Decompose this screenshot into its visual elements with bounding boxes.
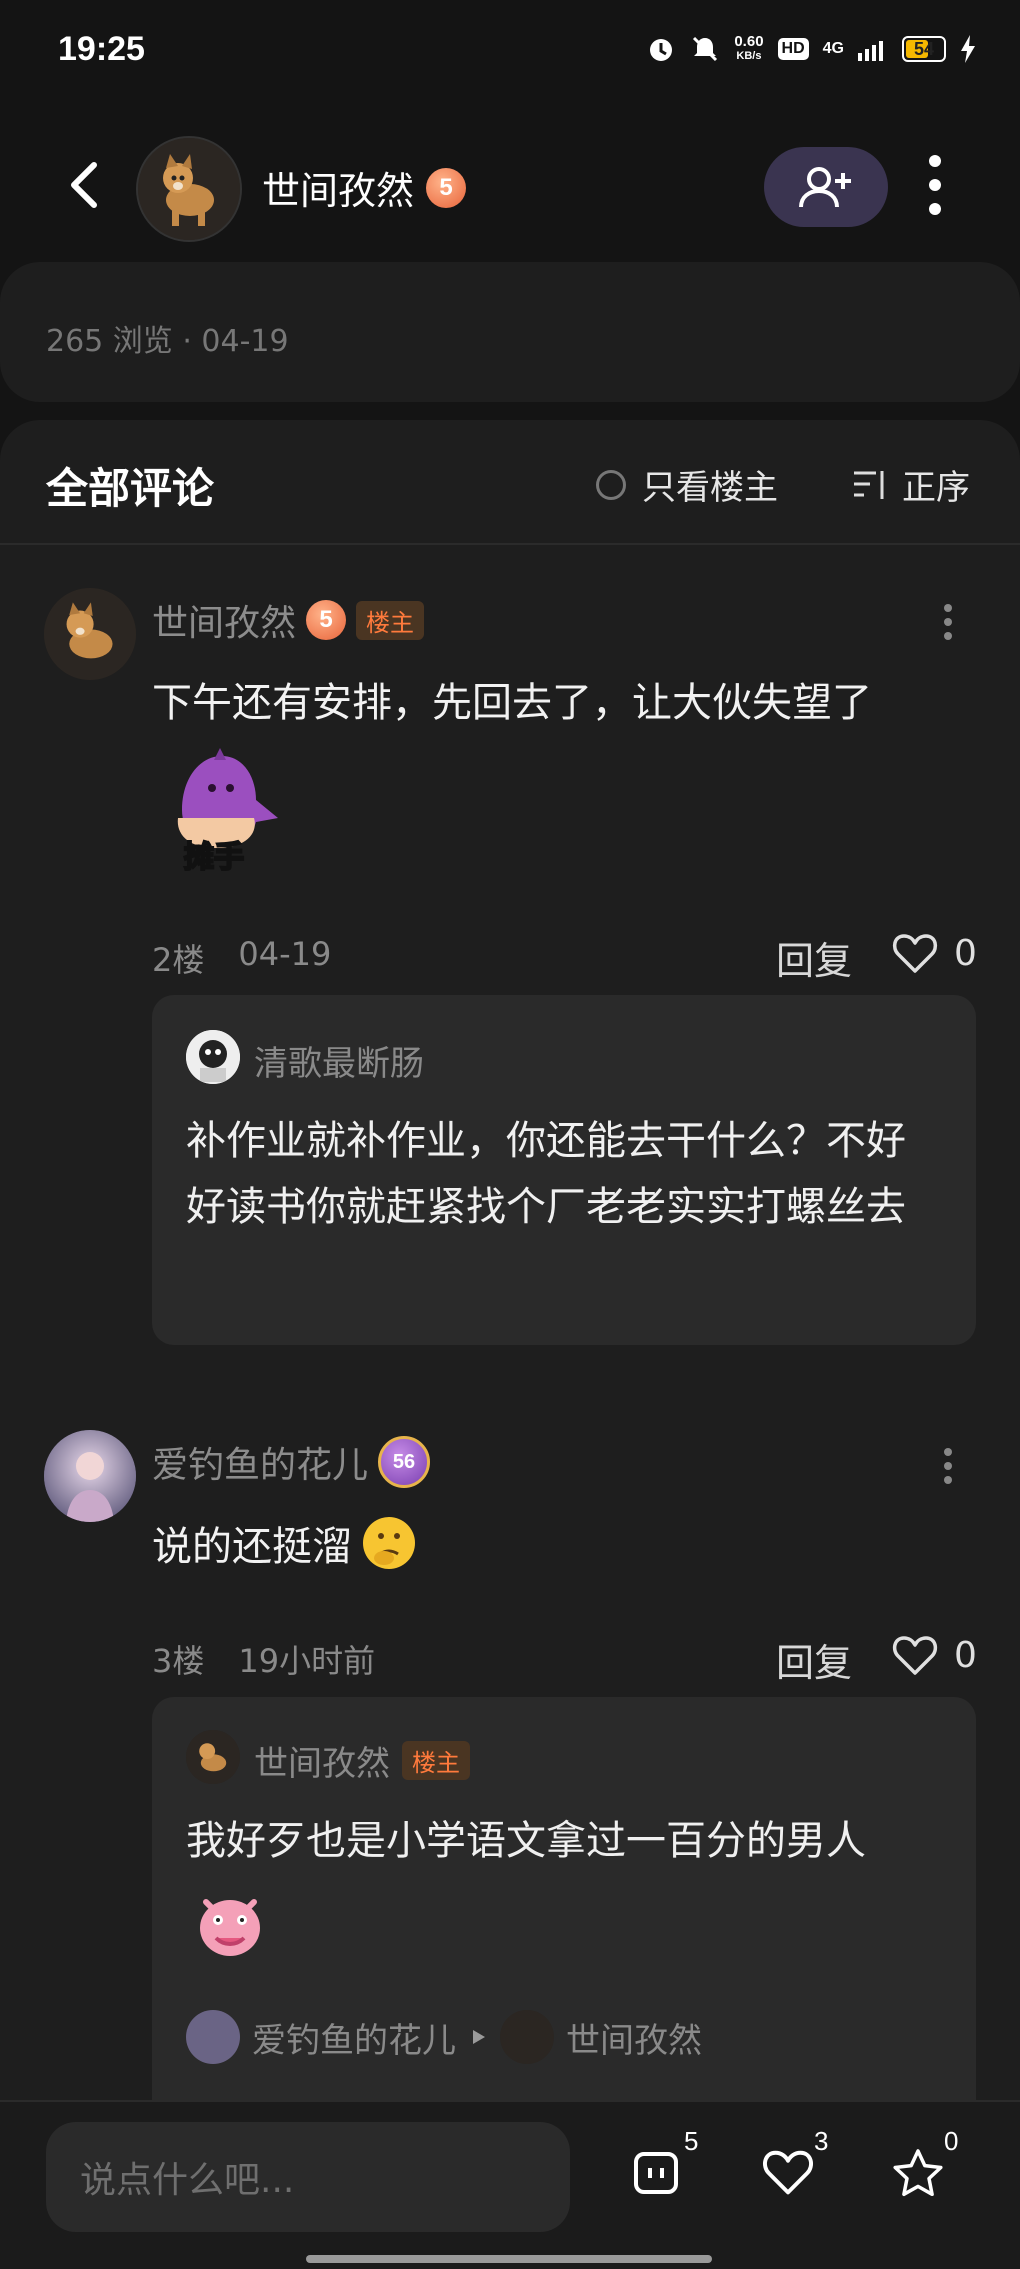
comment-author[interactable]: 爱钓鱼的花儿 56 [152, 1436, 431, 1488]
author-avatar[interactable] [136, 136, 242, 242]
back-arrow-icon[interactable] [56, 155, 116, 215]
like-count: 0 [954, 932, 977, 974]
floor-number: 3楼 [152, 1642, 205, 1680]
signal-icon [858, 41, 883, 61]
reply-button[interactable]: 回复 [776, 930, 852, 985]
owner-tag: 楼主 [356, 600, 425, 640]
play-arrow-icon [473, 2030, 485, 2044]
radio-icon [596, 469, 626, 500]
like-button[interactable]: 0 [892, 932, 977, 974]
comment-more-icon[interactable] [944, 1448, 952, 1484]
star-icon [893, 2149, 943, 2197]
mute-bell-icon [693, 36, 718, 62]
owner-tag: 楼主 [402, 1741, 470, 1780]
sort-toggle[interactable]: 正序 [852, 460, 970, 509]
heart-icon [892, 934, 938, 973]
network-speed: 0.60 KB/s [734, 34, 763, 64]
divider [0, 543, 1020, 545]
like-post-button[interactable]: 3 [762, 2126, 828, 2208]
sort-icon [854, 470, 884, 499]
comment-text: 说的还挺溜 [152, 1524, 352, 1570]
charging-icon [961, 35, 975, 63]
heart-icon [763, 2150, 813, 2195]
more-options-icon[interactable] [920, 155, 950, 215]
comment-body: 说的还挺溜 [152, 1514, 418, 1572]
meme-face-avatar-icon [186, 1030, 240, 1084]
hd-badge: HD [777, 38, 809, 60]
alarm-icon [650, 39, 673, 61]
floor-number: 2楼 [152, 941, 205, 979]
status-icons: 0.60 KB/s HD 4G 54 [646, 34, 976, 64]
like-count: 3 [814, 2126, 829, 2156]
comment-more-icon[interactable] [944, 604, 952, 640]
author-name[interactable]: 世间孜然 5 [262, 160, 467, 215]
comments-title: 全部评论 [46, 464, 215, 513]
like-count: 0 [954, 1634, 977, 1676]
sticker-label: 摊手 [183, 839, 245, 876]
reply-author-name: 世间孜然 [254, 1744, 390, 1784]
reply-author[interactable]: 清歌最断肠 [254, 1036, 424, 1085]
comment-time: 04-19 [238, 935, 332, 973]
dog-avatar-icon [44, 588, 136, 680]
flower-girl-avatar-icon [44, 1430, 136, 1522]
comment-icon [634, 2152, 678, 2194]
favorite-count: 0 [944, 2126, 959, 2156]
comment-time: 19小时前 [238, 1642, 376, 1680]
like-button[interactable]: 0 [892, 1634, 977, 1676]
dog-avatar-icon [186, 1730, 240, 1784]
author-name-text: 世间孜然 [262, 169, 415, 213]
thinking-emoji-icon [363, 1517, 415, 1569]
sort-label: 正序 [902, 468, 970, 508]
only-owner-label: 只看楼主 [642, 468, 778, 508]
follow-button[interactable] [764, 147, 888, 227]
sticker-shrug: 摊手 [152, 740, 284, 876]
reply-text: 我好歹也是小学语文拿过一百分的男人 [186, 1818, 866, 1864]
status-time: 19:25 [58, 30, 145, 68]
heart-icon [892, 1636, 938, 1675]
nested-reply-header[interactable]: 爱钓鱼的花儿 世间孜然 [186, 2010, 702, 2064]
comment-meta: 3楼 19小时前 [152, 1636, 375, 1682]
reply-avatar [186, 2010, 240, 2064]
comment-count-button[interactable]: 5 [632, 2126, 698, 2208]
pink-dragon-sticker-icon [200, 1899, 260, 1956]
network-type: 4G [822, 40, 844, 57]
level-badge: 56 [378, 1436, 431, 1488]
comment-author-name: 世间孜然 [152, 603, 297, 644]
reply-from-name: 爱钓鱼的花儿 [252, 2020, 456, 2061]
speed-value: 0.60 [734, 33, 764, 50]
comment-author[interactable]: 世间孜然 5 楼主 [152, 594, 425, 646]
comment-input[interactable]: 说点什么吧... [46, 2122, 570, 2232]
comment-meta: 2楼 04-19 [152, 935, 331, 981]
comment-count: 5 [684, 2126, 699, 2156]
reply-avatar[interactable] [186, 1730, 240, 1784]
comment-author-name: 爱钓鱼的花儿 [152, 1445, 369, 1486]
favorite-button[interactable]: 0 [892, 2126, 958, 2208]
dog-avatar-icon [138, 138, 240, 240]
comment-text: 下午还有安排，先回去了，让大伙失望了 [152, 680, 872, 726]
reply-author[interactable]: 世间孜然 楼主 [254, 1736, 470, 1785]
battery-icon: 54 [902, 36, 946, 62]
level-badge: 5 [426, 167, 467, 208]
comment-avatar[interactable] [44, 1430, 136, 1522]
level-badge: 5 [306, 600, 347, 640]
views-date: 265 浏览 · 04-19 [46, 324, 289, 359]
only-owner-toggle[interactable]: 只看楼主 [596, 460, 778, 509]
comment-avatar[interactable] [44, 588, 136, 680]
reply-text: 补作业就补作业，你还能去干什么？不好好读书你就赶紧找个厂老老实实打螺丝去 [186, 1118, 906, 1230]
reply-avatar [500, 2010, 554, 2064]
battery-level: 54 [913, 39, 935, 59]
reply-avatar[interactable] [186, 1030, 240, 1084]
speed-unit: KB/s [736, 50, 762, 62]
reply-to-name: 世间孜然 [566, 2020, 702, 2061]
home-indicator[interactable] [306, 2255, 712, 2263]
add-user-icon [799, 167, 851, 208]
reply-button[interactable]: 回复 [776, 1632, 852, 1687]
